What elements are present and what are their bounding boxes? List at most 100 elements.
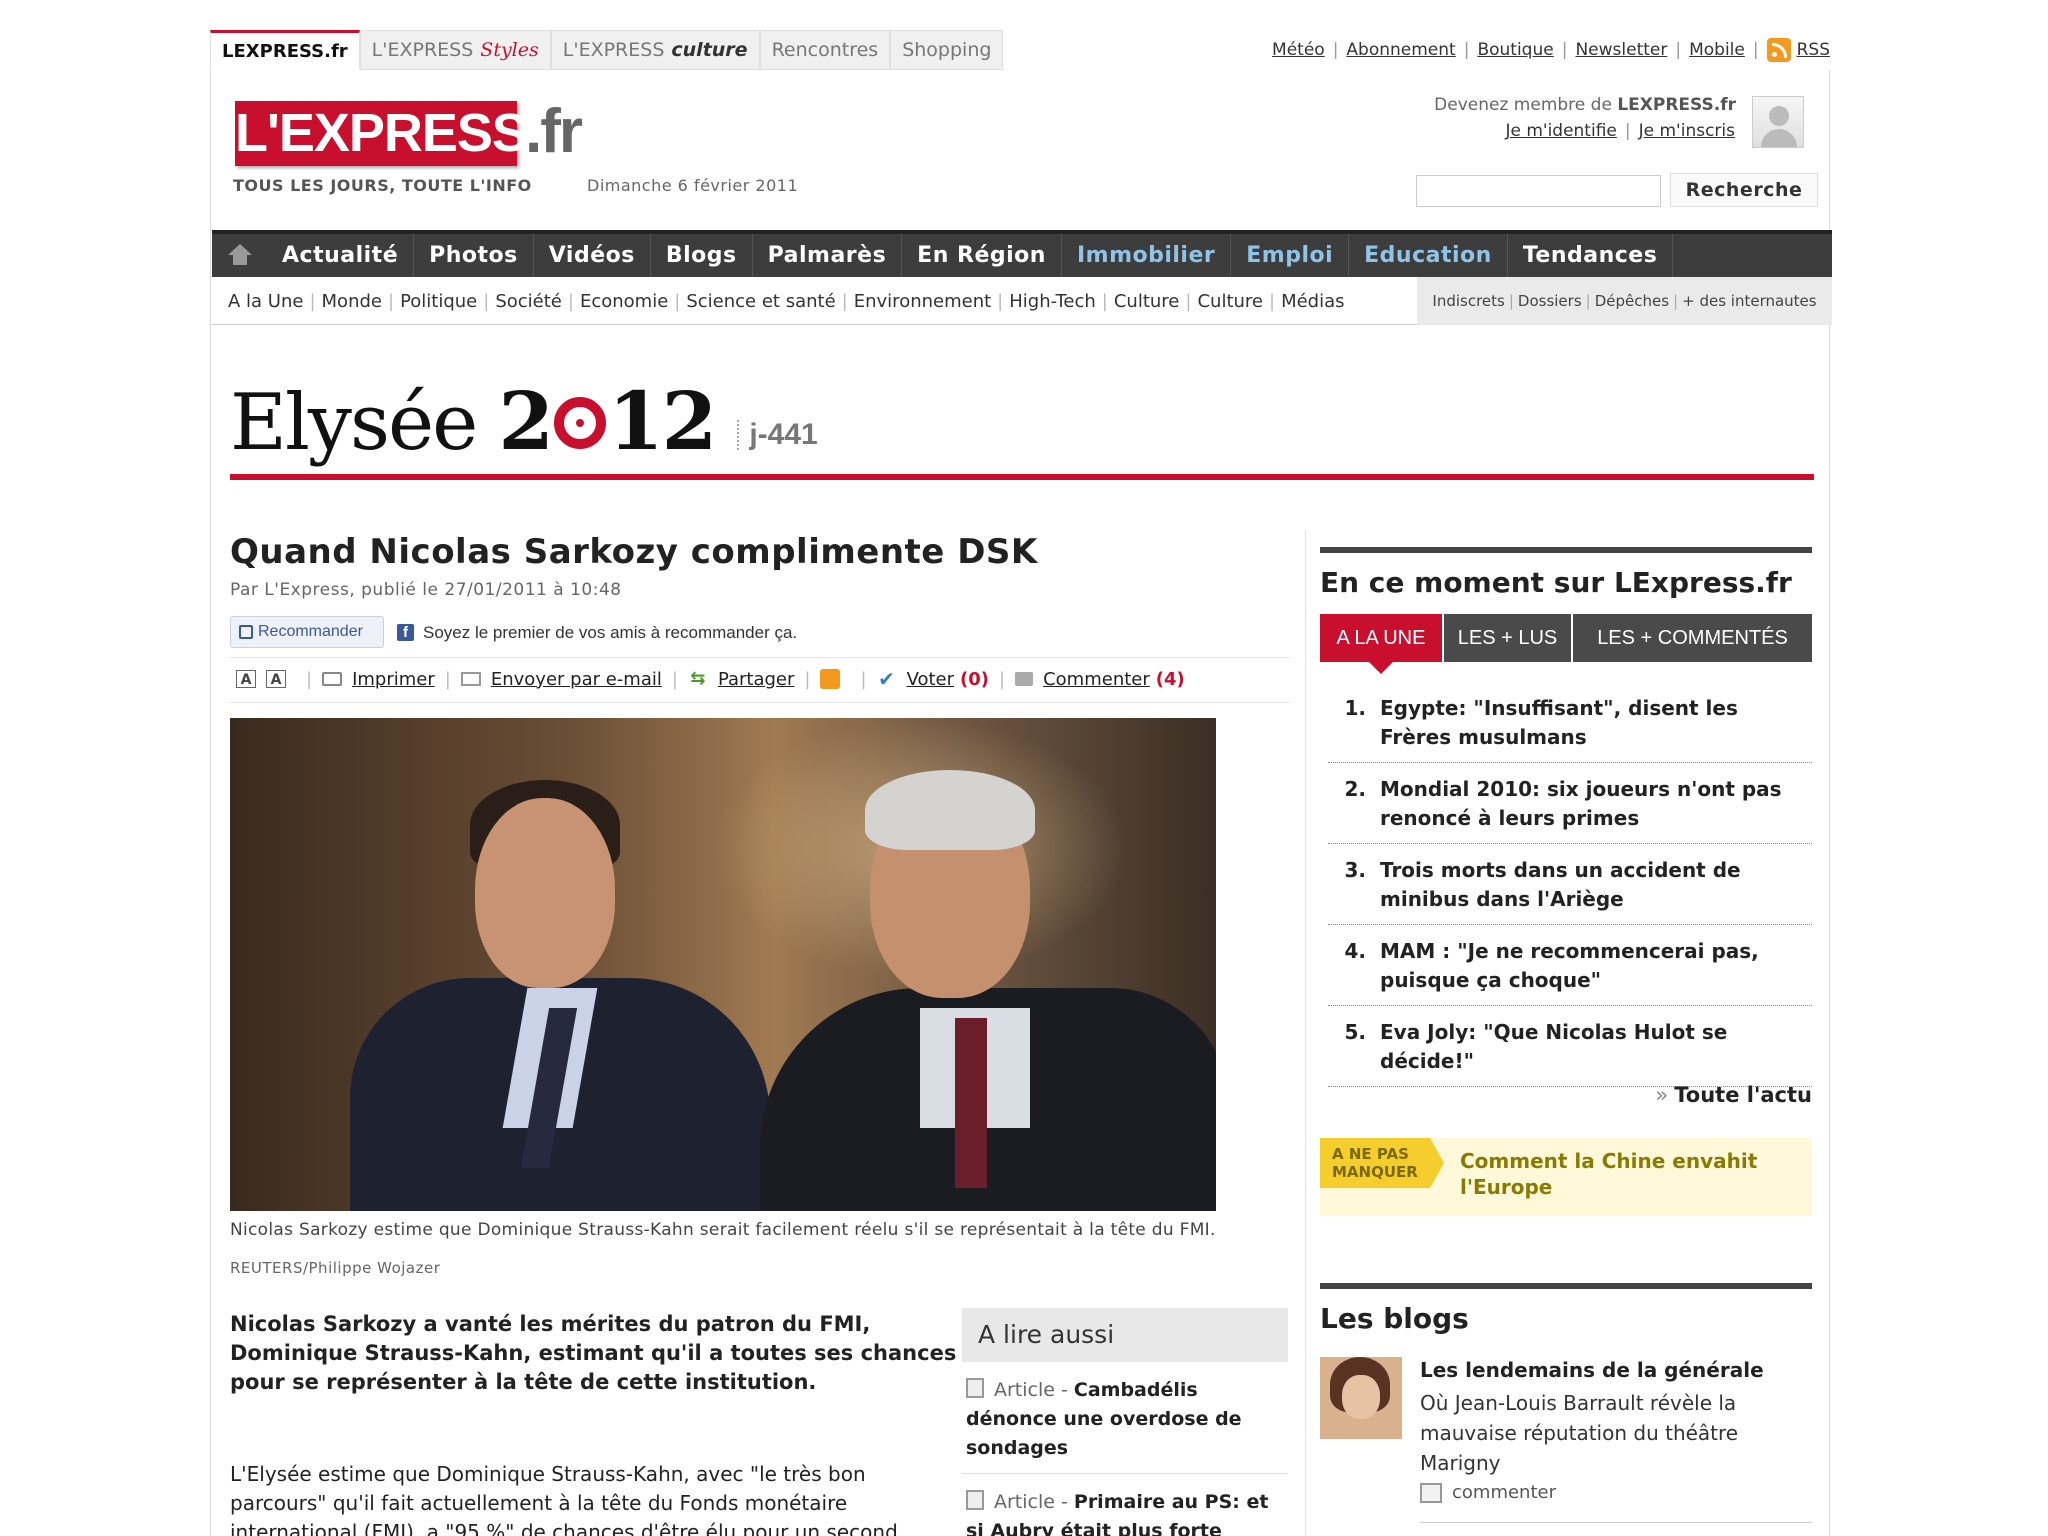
- list-item[interactable]: 5. Eva Joly: "Que Nicolas Hulot se décide…: [1328, 1006, 1812, 1087]
- site-tab-label: LEXPRESS.fr: [222, 40, 348, 62]
- column-divider: [1305, 530, 1306, 1536]
- article-photo: [230, 718, 1216, 1211]
- email-link[interactable]: Envoyer par e-mail: [491, 669, 662, 690]
- subnav-culture-2[interactable]: Culture: [1197, 291, 1263, 312]
- rss-icon[interactable]: [1766, 38, 1791, 62]
- site-tab-shopping[interactable]: Shopping: [890, 30, 1004, 70]
- home-icon[interactable]: [212, 234, 267, 277]
- avatar-placeholder-icon[interactable]: [1752, 96, 1804, 148]
- subnav-culture[interactable]: Culture: [1114, 291, 1180, 312]
- elysee-2012-banner[interactable]: Elysée 2 12 j-441: [230, 368, 818, 468]
- list-item[interactable]: 1. Egypte: "Insuffisant", disent les Frèr…: [1328, 682, 1812, 763]
- newsletter-link[interactable]: Newsletter: [1575, 40, 1667, 60]
- separator: |: [997, 290, 1004, 312]
- font-increase-icon[interactable]: A: [266, 670, 286, 688]
- site-tab-styles[interactable]: L'EXPRESS Styles: [359, 30, 551, 70]
- nav-education[interactable]: Education: [1349, 234, 1508, 277]
- login-link[interactable]: Je m'identifie: [1505, 121, 1616, 141]
- site-tab-rencontres[interactable]: Rencontres: [759, 30, 891, 70]
- subnav-politique[interactable]: Politique: [400, 291, 477, 312]
- tab-les-plus-lus[interactable]: LES + LUS: [1444, 614, 1573, 662]
- site-tab-label-styles: Styles: [480, 39, 539, 61]
- blogger-avatar[interactable]: [1320, 1357, 1402, 1439]
- boutique-link[interactable]: Boutique: [1477, 40, 1553, 60]
- logo-suffix: .fr: [525, 97, 583, 166]
- nav-blogs[interactable]: Blogs: [651, 234, 753, 277]
- vote-link[interactable]: Voter: [907, 669, 954, 690]
- nav-videos[interactable]: Vidéos: [534, 234, 651, 277]
- subnav-medias[interactable]: Médias: [1281, 291, 1344, 312]
- nav-immobilier[interactable]: Immobilier: [1062, 234, 1232, 277]
- top-strip: LEXPRESS.fr L'EXPRESS Styles L'EXPRESS cul…: [210, 30, 1830, 70]
- nav-photos[interactable]: Photos: [414, 234, 534, 277]
- headline[interactable]: MAM : "Je ne recommencerai pas, puisque …: [1380, 937, 1812, 995]
- subnav-depeches[interactable]: Dépêches: [1595, 292, 1669, 310]
- comment-link[interactable]: Commenter: [1043, 669, 1150, 690]
- subnav-economie[interactable]: Economie: [580, 291, 668, 312]
- site-tab-lexpress[interactable]: LEXPRESS.fr: [210, 30, 360, 70]
- headline[interactable]: Trois morts dans un accident de minibus …: [1380, 856, 1812, 914]
- search-button[interactable]: Recherche: [1670, 173, 1818, 207]
- nav-actualite[interactable]: Actualité: [267, 234, 415, 277]
- share-link[interactable]: Partager: [718, 669, 794, 690]
- abonnement-link[interactable]: Abonnement: [1346, 40, 1455, 60]
- banner-divider: [230, 474, 1814, 480]
- tab-a-la-une[interactable]: A LA UNE: [1320, 614, 1444, 674]
- print-link[interactable]: Imprimer: [352, 669, 435, 690]
- facebook-recommend-button[interactable]: Recommander: [230, 616, 384, 648]
- nav-palmares[interactable]: Palmarès: [753, 234, 903, 277]
- mobile-link[interactable]: Mobile: [1689, 40, 1745, 60]
- font-decrease-icon[interactable]: A: [236, 670, 256, 688]
- site-tab-culture[interactable]: L'EXPRESS culture: [550, 30, 760, 70]
- lexpress-logo[interactable]: L'EXPRESS: [235, 101, 528, 166]
- blog-comment-label: commenter: [1452, 1482, 1556, 1503]
- nav-emploi[interactable]: Emploi: [1231, 234, 1350, 277]
- nav-tendances[interactable]: Tendances: [1508, 234, 1674, 277]
- meteo-link[interactable]: Météo: [1272, 40, 1325, 60]
- list-item[interactable]: 3. Trois morts dans un accident de minibu…: [1328, 844, 1812, 925]
- subnav-environnement[interactable]: Environnement: [854, 291, 991, 312]
- rss-link[interactable]: RSS: [1797, 40, 1830, 60]
- blog-comment-link[interactable]: commenter: [1420, 1482, 1556, 1503]
- separator: |: [1508, 292, 1514, 310]
- signup-link[interactable]: Je m'inscris: [1639, 121, 1735, 141]
- subnav-societe[interactable]: Société: [495, 291, 562, 312]
- top-news-list: 1. Egypte: "Insuffisant", disent les Frèr…: [1328, 682, 1812, 1087]
- must-read-box[interactable]: A NE PAS MANQUER Comment la Chine envahi…: [1320, 1138, 1812, 1216]
- site-tab-label: Shopping: [902, 39, 992, 61]
- member-prompt: Devenez membre de LEXPRESS.fr: [1434, 95, 1736, 115]
- sidebar-tabs: A LA UNE LES + LUS LES + COMMENTÉS: [1320, 614, 1812, 674]
- separator: |: [1752, 40, 1759, 60]
- all-news-link[interactable]: » Toute l'actu: [1655, 1083, 1812, 1107]
- separator: |: [1675, 40, 1682, 60]
- list-item[interactable]: 2. Mondial 2010: six joueurs n'ont pas re…: [1328, 763, 1812, 844]
- tab-les-plus-commentes[interactable]: LES + COMMENTÉS: [1573, 614, 1812, 662]
- banner-year: 2 12: [498, 374, 717, 468]
- read-also-item[interactable]: Article - Cambadélis dénonce une overdos…: [962, 1362, 1288, 1474]
- subnav-indiscrets[interactable]: Indiscrets: [1432, 292, 1504, 310]
- subnav-dossiers[interactable]: Dossiers: [1518, 292, 1582, 310]
- subnav-high-tech[interactable]: High-Tech: [1009, 291, 1096, 312]
- subnav-monde[interactable]: Monde: [322, 291, 382, 312]
- list-item[interactable]: 4. MAM : "Je ne recommencerai pas, puisqu…: [1328, 925, 1812, 1006]
- rss-feed-icon[interactable]: [820, 669, 841, 689]
- subnav-internautes[interactable]: + des internautes: [1682, 292, 1817, 310]
- nav-en-region[interactable]: En Région: [902, 234, 1062, 277]
- must-read-title[interactable]: Comment la Chine envahit l'Europe: [1460, 1148, 1790, 1200]
- article-title: Quand Nicolas Sarkozy complimente DSK: [230, 532, 1038, 572]
- blog-title[interactable]: Les lendemains de la générale: [1420, 1358, 1764, 1382]
- member-site: LEXPRESS.fr: [1617, 95, 1736, 115]
- read-also-item[interactable]: Article - Primaire au PS: et si Aubry ét…: [962, 1474, 1288, 1536]
- double-chevron-icon: »: [1655, 1083, 1669, 1107]
- separator: |: [1463, 40, 1470, 60]
- divider: [230, 657, 1290, 658]
- subnav-science-sante[interactable]: Science et santé: [686, 291, 835, 312]
- search-input[interactable]: [1416, 175, 1661, 207]
- headline[interactable]: Eva Joly: "Que Nicolas Hulot se décide!": [1380, 1018, 1812, 1076]
- rank: 1.: [1344, 696, 1366, 720]
- headline[interactable]: Mondial 2010: six joueurs n'ont pas reno…: [1380, 775, 1812, 833]
- sidebar-rule: [1320, 547, 1812, 553]
- top-links: Météo | Abonnement | Boutique | Newsletter |…: [1272, 38, 1830, 62]
- subnav-a-la-une[interactable]: A la Une: [228, 291, 303, 312]
- headline[interactable]: Egypte: "Insuffisant", disent les Frères…: [1380, 694, 1812, 752]
